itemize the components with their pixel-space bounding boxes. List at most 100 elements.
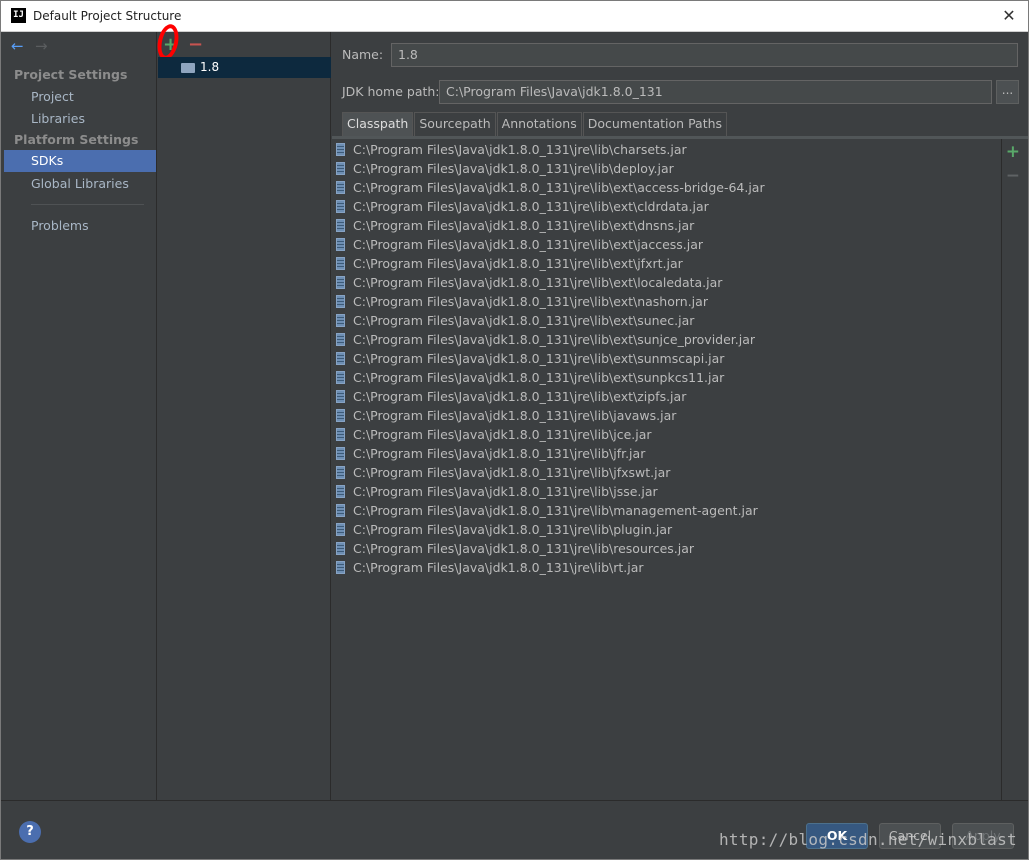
sidebar-item-sdks[interactable]: SDKs — [4, 150, 156, 172]
cancel-button[interactable]: Cancel — [879, 823, 941, 849]
classpath-item[interactable]: C:\Program Files\Java\jdk1.8.0_131\jre\l… — [332, 501, 1001, 520]
classpath-list[interactable]: C:\Program Files\Java\jdk1.8.0_131\jre\l… — [332, 139, 1002, 800]
classpath-path: C:\Program Files\Java\jdk1.8.0_131\jre\l… — [353, 427, 652, 442]
classpath-path: C:\Program Files\Java\jdk1.8.0_131\jre\l… — [353, 351, 725, 366]
sidebar-item-libraries[interactable]: Libraries — [4, 108, 156, 130]
classpath-path: C:\Program Files\Java\jdk1.8.0_131\jre\l… — [353, 560, 644, 575]
classpath-path: C:\Program Files\Java\jdk1.8.0_131\jre\l… — [353, 332, 756, 347]
jar-icon — [336, 200, 345, 213]
jar-icon — [336, 143, 345, 156]
classpath-path: C:\Program Files\Java\jdk1.8.0_131\jre\l… — [353, 541, 695, 556]
tab-sourcepath[interactable]: Sourcepath — [414, 112, 496, 136]
classpath-path: C:\Program Files\Java\jdk1.8.0_131\jre\l… — [353, 199, 709, 214]
sdk-detail-panel: Name: 1.8 JDK home path: C:\Program File… — [332, 32, 1028, 800]
classpath-item[interactable]: C:\Program Files\Java\jdk1.8.0_131\jre\l… — [332, 349, 1001, 368]
classpath-path: C:\Program Files\Java\jdk1.8.0_131\jre\l… — [353, 370, 725, 385]
minus-icon[interactable]: − — [1006, 166, 1020, 186]
jdk-home-path-field[interactable]: C:\Program Files\Java\jdk1.8.0_131 — [439, 80, 992, 104]
classpath-item[interactable]: C:\Program Files\Java\jdk1.8.0_131\jre\l… — [332, 197, 1001, 216]
classpath-path: C:\Program Files\Java\jdk1.8.0_131\jre\l… — [353, 522, 673, 537]
classpath-path: C:\Program Files\Java\jdk1.8.0_131\jre\l… — [353, 503, 758, 518]
arrow-left-icon[interactable]: ← — [11, 37, 24, 55]
arrow-right-icon[interactable]: → — [35, 37, 48, 55]
folder-icon — [181, 63, 195, 73]
group-project-settings: Project Settings — [14, 67, 128, 82]
classpath-path: C:\Program Files\Java\jdk1.8.0_131\jre\l… — [353, 256, 683, 271]
jar-icon — [336, 466, 345, 479]
tab-annotations[interactable]: Annotations — [496, 112, 582, 136]
classpath-item[interactable]: C:\Program Files\Java\jdk1.8.0_131\jre\l… — [332, 140, 1001, 159]
intellij-icon: IJ — [11, 8, 26, 23]
sdk-list-item[interactable]: 1.8 — [158, 57, 331, 78]
jar-icon — [336, 333, 345, 346]
browse-button[interactable]: ... — [996, 80, 1019, 104]
jar-icon — [336, 504, 345, 517]
group-platform-settings: Platform Settings — [14, 132, 139, 147]
classpath-item[interactable]: C:\Program Files\Java\jdk1.8.0_131\jre\l… — [332, 254, 1001, 273]
classpath-item[interactable]: C:\Program Files\Java\jdk1.8.0_131\jre\l… — [332, 292, 1001, 311]
tab-bar: Classpath Sourcepath Annotations Documen… — [342, 112, 728, 136]
classpath-item[interactable]: C:\Program Files\Java\jdk1.8.0_131\jre\l… — [332, 159, 1001, 178]
project-structure-dialog: IJ Default Project Structure ✕ ← → Proje… — [0, 0, 1029, 860]
sidebar-item-problems[interactable]: Problems — [4, 215, 156, 237]
sidebar-item-global-libraries[interactable]: Global Libraries — [4, 173, 156, 195]
classpath-item[interactable]: C:\Program Files\Java\jdk1.8.0_131\jre\l… — [332, 425, 1001, 444]
classpath-path: C:\Program Files\Java\jdk1.8.0_131\jre\l… — [353, 237, 704, 252]
classpath-item[interactable]: C:\Program Files\Java\jdk1.8.0_131\jre\l… — [332, 482, 1001, 501]
classpath-item[interactable]: C:\Program Files\Java\jdk1.8.0_131\jre\l… — [332, 178, 1001, 197]
sidebar: ← → Project Settings Project Libraries P… — [4, 32, 157, 800]
jar-icon — [336, 238, 345, 251]
plus-icon[interactable]: + — [1006, 142, 1020, 162]
jdk-home-path-label: JDK home path: — [342, 84, 440, 99]
apply-button[interactable]: Apply — [952, 823, 1014, 849]
jar-icon — [336, 257, 345, 270]
classpath-item[interactable]: C:\Program Files\Java\jdk1.8.0_131\jre\l… — [332, 444, 1001, 463]
tab-documentation-paths[interactable]: Documentation Paths — [582, 112, 728, 136]
sdk-name: 1.8 — [200, 60, 220, 74]
classpath-path: C:\Program Files\Java\jdk1.8.0_131\jre\l… — [353, 218, 695, 233]
classpath-path: C:\Program Files\Java\jdk1.8.0_131\jre\l… — [353, 313, 695, 328]
classpath-item[interactable]: C:\Program Files\Java\jdk1.8.0_131\jre\l… — [332, 273, 1001, 292]
jar-icon — [336, 295, 345, 308]
sidebar-divider — [31, 204, 144, 205]
plus-icon[interactable]: + — [163, 34, 178, 55]
classpath-path: C:\Program Files\Java\jdk1.8.0_131\jre\l… — [353, 408, 677, 423]
classpath-item[interactable]: C:\Program Files\Java\jdk1.8.0_131\jre\l… — [332, 330, 1001, 349]
dialog-footer: ? OK Cancel Apply http://blog.csdn.net/w… — [1, 800, 1028, 859]
close-icon[interactable]: ✕ — [998, 5, 1020, 27]
classpath-item[interactable]: C:\Program Files\Java\jdk1.8.0_131\jre\l… — [332, 539, 1001, 558]
jar-icon — [336, 542, 345, 555]
jar-icon — [336, 523, 345, 536]
classpath-item[interactable]: C:\Program Files\Java\jdk1.8.0_131\jre\l… — [332, 558, 1001, 577]
jar-icon — [336, 447, 345, 460]
ok-button[interactable]: OK — [806, 823, 868, 849]
classpath-item[interactable]: C:\Program Files\Java\jdk1.8.0_131\jre\l… — [332, 387, 1001, 406]
jar-icon — [336, 314, 345, 327]
classpath-path: C:\Program Files\Java\jdk1.8.0_131\jre\l… — [353, 389, 687, 404]
classpath-item[interactable]: C:\Program Files\Java\jdk1.8.0_131\jre\l… — [332, 368, 1001, 387]
jar-icon — [336, 409, 345, 422]
classpath-path: C:\Program Files\Java\jdk1.8.0_131\jre\l… — [353, 484, 658, 499]
tab-classpath[interactable]: Classpath — [342, 112, 414, 136]
name-field[interactable]: 1.8 — [391, 43, 1018, 67]
classpath-item[interactable]: C:\Program Files\Java\jdk1.8.0_131\jre\l… — [332, 216, 1001, 235]
question-icon[interactable]: ? — [19, 821, 41, 843]
jar-icon — [336, 428, 345, 441]
classpath-item[interactable]: C:\Program Files\Java\jdk1.8.0_131\jre\l… — [332, 463, 1001, 482]
jar-icon — [336, 485, 345, 498]
name-label: Name: — [342, 47, 384, 62]
classpath-path: C:\Program Files\Java\jdk1.8.0_131\jre\l… — [353, 275, 723, 290]
sdk-list-panel: + − 1.8 — [154, 22, 331, 800]
jar-icon — [336, 352, 345, 365]
title-bar: IJ Default Project Structure ✕ — [1, 1, 1028, 32]
classpath-item[interactable]: C:\Program Files\Java\jdk1.8.0_131\jre\l… — [332, 311, 1001, 330]
classpath-item[interactable]: C:\Program Files\Java\jdk1.8.0_131\jre\l… — [332, 520, 1001, 539]
classpath-item[interactable]: C:\Program Files\Java\jdk1.8.0_131\jre\l… — [332, 235, 1001, 254]
jar-icon — [336, 276, 345, 289]
classpath-path: C:\Program Files\Java\jdk1.8.0_131\jre\l… — [353, 142, 687, 157]
classpath-path: C:\Program Files\Java\jdk1.8.0_131\jre\l… — [353, 294, 708, 309]
jar-icon — [336, 162, 345, 175]
sidebar-item-project[interactable]: Project — [4, 86, 156, 108]
minus-icon[interactable]: − — [188, 34, 203, 55]
classpath-item[interactable]: C:\Program Files\Java\jdk1.8.0_131\jre\l… — [332, 406, 1001, 425]
